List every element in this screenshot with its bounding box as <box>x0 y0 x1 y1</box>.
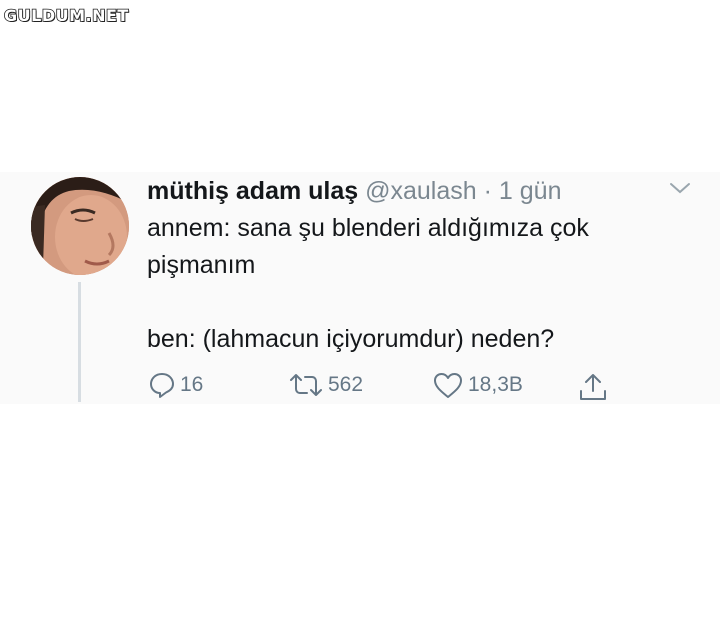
retweet-button[interactable]: 562 <box>288 371 363 399</box>
timestamp[interactable]: 1 gün <box>499 177 562 205</box>
reply-icon <box>150 373 174 398</box>
avatar[interactable] <box>31 177 129 275</box>
like-button[interactable]: 18,3B <box>432 371 523 399</box>
display-name[interactable]: müthiş adam ulaş <box>147 177 358 205</box>
retweet-icon <box>290 374 322 396</box>
reply-count: 16 <box>180 373 204 396</box>
retweet-count: 562 <box>328 373 364 396</box>
share-icon <box>580 374 606 400</box>
heart-icon <box>434 373 462 398</box>
separator-dot: · <box>483 177 492 205</box>
site-watermark: GULDUM.NET <box>3 5 129 26</box>
like-count: 18,3B <box>468 373 523 396</box>
share-button[interactable] <box>577 371 609 403</box>
tweet-text: annem: sana şu blenderi aldığımıza çok p… <box>147 214 589 353</box>
chevron-down-icon[interactable] <box>668 180 692 196</box>
profile-photo <box>31 177 129 275</box>
user-handle[interactable]: @xaulash <box>365 177 477 205</box>
reply-button[interactable]: 16 <box>148 371 203 399</box>
tweet-header: müthiş adam ulaş @xaulash · 1 gün <box>147 174 561 208</box>
tweet-actions: 16 562 18,3B <box>0 371 720 407</box>
